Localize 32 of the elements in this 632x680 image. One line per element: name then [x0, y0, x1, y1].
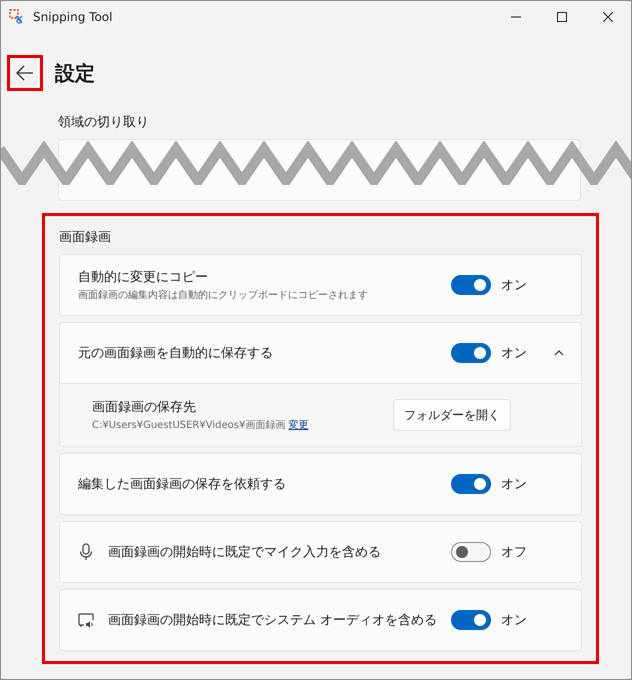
change-link[interactable]: 変更 — [288, 420, 309, 431]
setting-label: 自動的に変更にコピー — [78, 269, 209, 286]
back-arrow-icon — [16, 65, 34, 81]
chevron-icon[interactable] — [553, 349, 565, 357]
setting-label: 画面録画の保存先 — [92, 399, 197, 416]
folder-path: C:¥Users¥GuestUSER¥Videos¥画面録画 変更 — [92, 418, 310, 432]
toggle-state: オン — [501, 612, 528, 629]
toggle-state: オフ — [501, 544, 528, 561]
toggle-state: オン — [501, 345, 528, 362]
toggle-switch[interactable] — [451, 542, 491, 562]
toggle-switch[interactable] — [451, 474, 491, 494]
open-folder-button[interactable]: フォルダーを開く — [393, 399, 511, 431]
section-title: 領域の切り取り — [58, 114, 149, 131]
toggle-state: オン — [501, 277, 528, 294]
window-title: Snipping Tool — [33, 10, 114, 24]
setting-label: 元の画面録画を自動的に保存する — [78, 345, 274, 362]
setting-label: 画面録画の開始時に既定でシステム オーディオを含める — [108, 612, 438, 629]
microphone-icon — [78, 543, 94, 561]
section-title: 画面録画 — [59, 229, 111, 246]
setting-label: 画面録画の開始時に既定でマイク入力を含める — [108, 544, 382, 561]
toggle-switch[interactable] — [451, 610, 491, 630]
toggle-switch[interactable] — [451, 343, 491, 363]
toggle-switch[interactable] — [451, 275, 491, 295]
toggle-state: オン — [501, 476, 528, 493]
setting-label: 編集した画面録画の保存を依頼する — [78, 476, 287, 493]
close-icon — [603, 12, 613, 22]
page-title: 設定 — [55, 60, 95, 86]
monitor-speaker-icon — [78, 611, 94, 629]
app-icon — [9, 9, 25, 25]
maximize-icon — [557, 12, 567, 22]
setting-description: 画面録画の編集内容は自動的にクリップボードにコピーされます — [78, 288, 369, 302]
back-button[interactable] — [7, 55, 43, 91]
